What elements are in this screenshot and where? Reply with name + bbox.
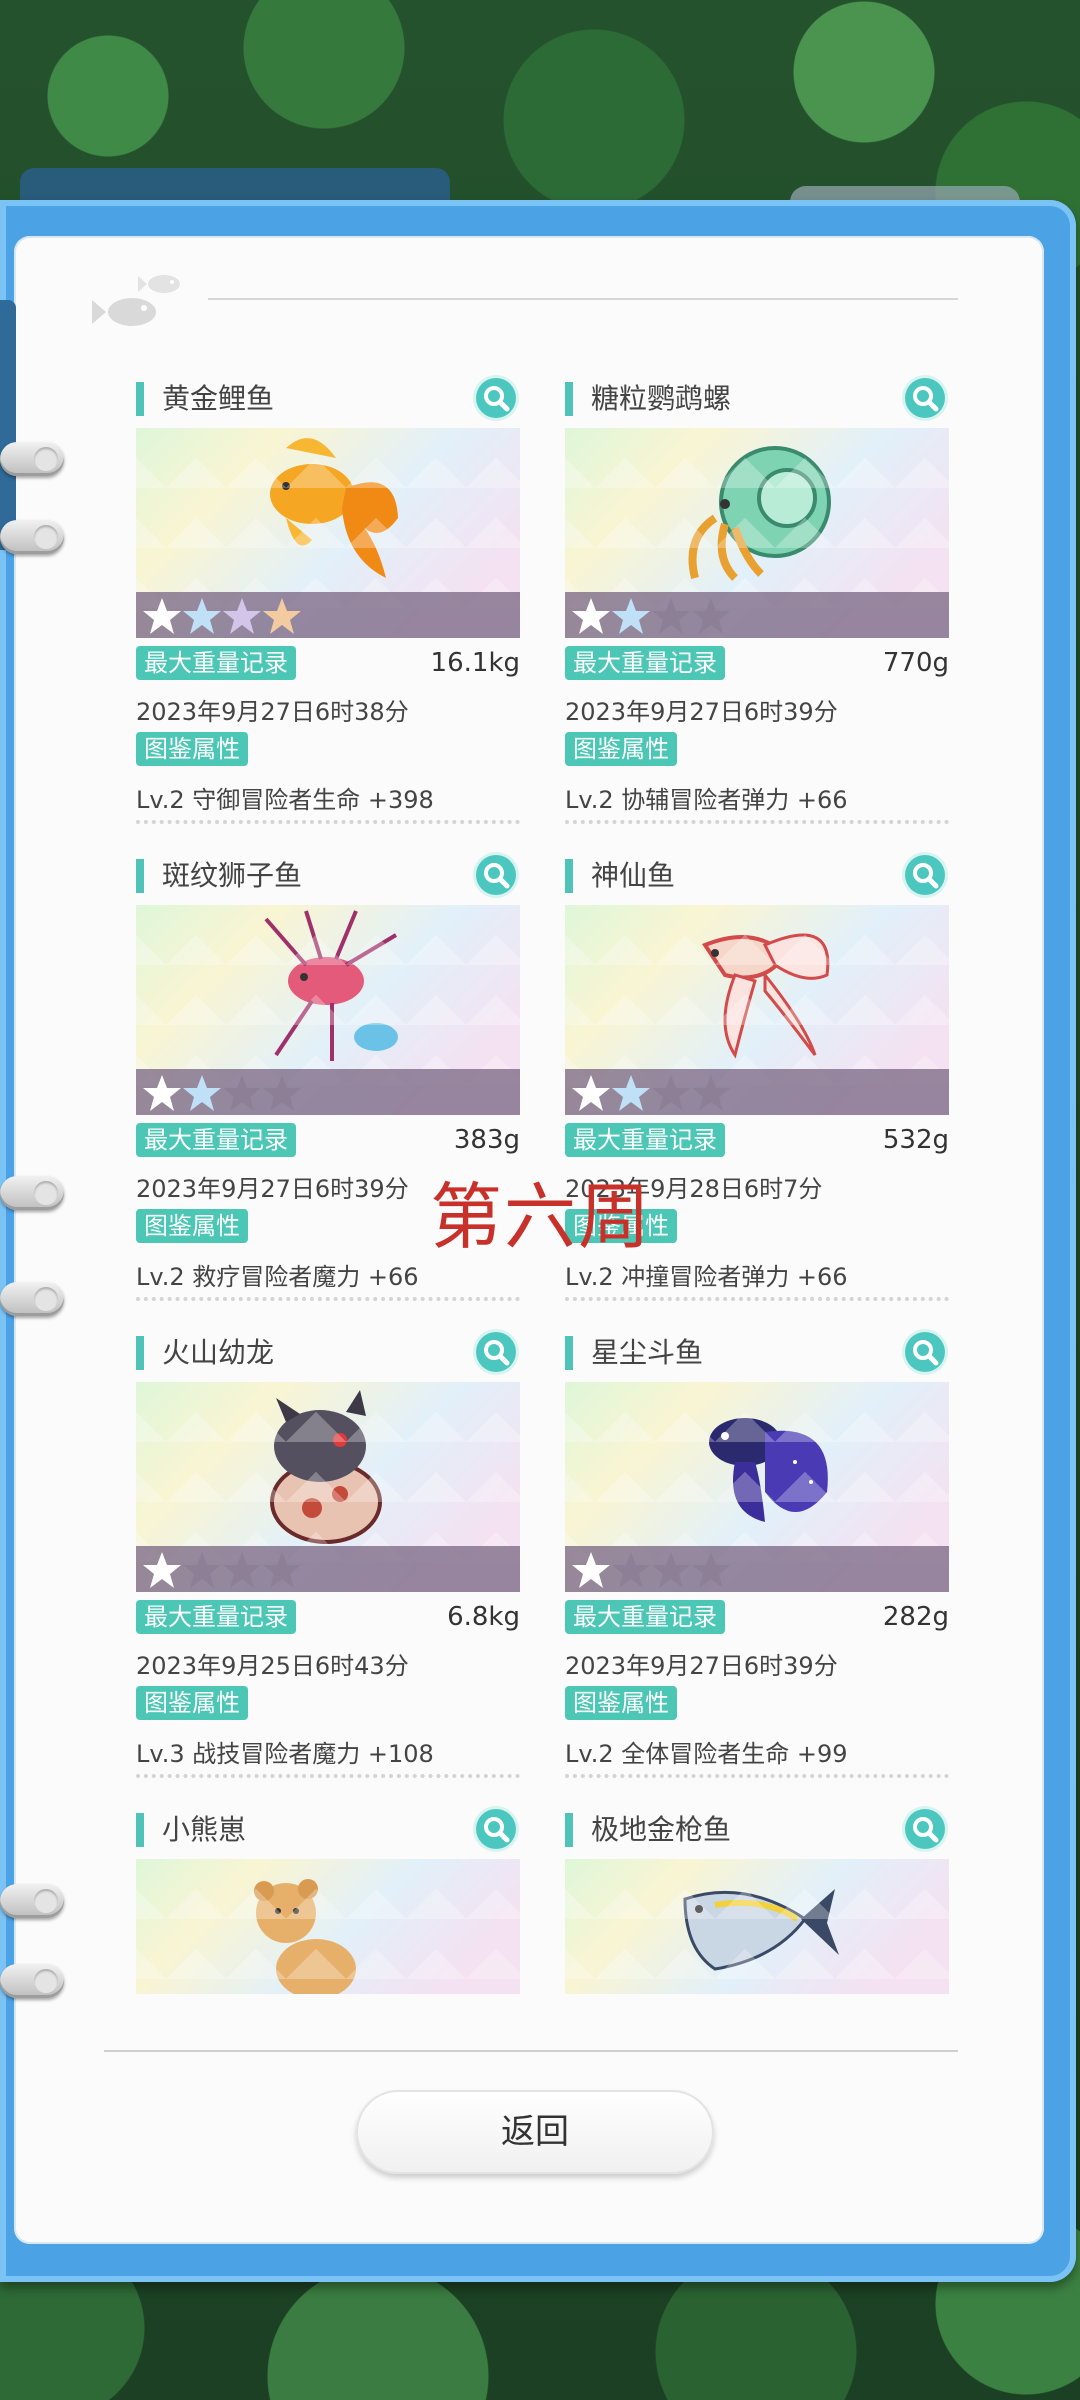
binder-ring (0, 520, 64, 554)
attr-effect: Lv.2 全体冒险者生命 +99 (565, 1740, 848, 1768)
fish-image (565, 905, 949, 1115)
fish-image (565, 1859, 949, 1994)
magnify-icon[interactable] (905, 855, 945, 895)
magnify-icon[interactable] (905, 378, 945, 418)
fish-name: 极地金枪鱼 (591, 1813, 732, 1846)
attr-badge: 图鉴属性 (565, 732, 677, 766)
accent-bar (565, 859, 573, 893)
accent-bar (136, 382, 144, 416)
card-title-bar: 火山幼龙 (136, 1332, 520, 1374)
accent-bar (565, 1336, 573, 1370)
fish-image (136, 1859, 520, 1994)
card-title-bar: 黄金鲤鱼 (136, 378, 520, 420)
fish-name: 黄金鲤鱼 (162, 382, 275, 415)
accent-bar (565, 1813, 573, 1847)
fish-name: 神仙鱼 (591, 859, 676, 892)
attr-effect: Lv.2 守御冒险者生命 +398 (136, 786, 434, 814)
star-rating (565, 1069, 949, 1115)
magnify-icon[interactable] (905, 1332, 945, 1372)
fish-name: 小熊崽 (162, 1813, 247, 1846)
max-weight-badge: 最大重量记录 (565, 646, 725, 680)
max-weight-badge: 最大重量记录 (136, 646, 296, 680)
magnify-icon[interactable] (476, 855, 516, 895)
card-divider (565, 1774, 949, 1778)
attr-badge: 图鉴属性 (136, 1209, 248, 1243)
card-divider (136, 1774, 520, 1778)
fish-image (136, 428, 520, 638)
fish-name: 糖粒鹦鹉螺 (591, 382, 732, 415)
bottom-divider (104, 2050, 958, 2052)
attr-effect: Lv.3 战技冒险者魔力 +108 (136, 1740, 434, 1768)
binder-ring (0, 442, 64, 476)
binder-ring (0, 1884, 64, 1918)
fish-name: 星尘斗鱼 (591, 1336, 704, 1369)
card-title-bar: 斑纹狮子鱼 (136, 855, 520, 897)
max-weight-value: 16.1kg (430, 648, 520, 678)
max-weight-badge: 最大重量记录 (565, 1600, 725, 1634)
attr-effect: Lv.2 救疗冒险者魔力 +66 (136, 1263, 419, 1291)
card-divider (136, 820, 520, 824)
max-weight-badge: 最大重量记录 (136, 1600, 296, 1634)
max-weight-value: 770g (882, 648, 949, 678)
card-title-bar: 星尘斗鱼 (565, 1332, 949, 1374)
card-title-bar: 极地金枪鱼 (565, 1809, 949, 1851)
card-divider (136, 1297, 520, 1301)
back-button[interactable]: 返回 (356, 2090, 714, 2174)
fish-image (565, 428, 949, 638)
star-rating (136, 1069, 520, 1115)
card-divider (565, 820, 949, 824)
attr-effect: Lv.2 协辅冒险者弹力 +66 (565, 786, 848, 814)
attr-badge: 图鉴属性 (136, 1686, 248, 1720)
fish-image (136, 905, 520, 1115)
fish-image (136, 1382, 520, 1592)
star-rating (136, 592, 520, 638)
record-date: 2023年9月27日6时39分 (136, 1175, 409, 1203)
magnify-icon[interactable] (476, 1332, 516, 1372)
record-date: 2023年9月27日6时39分 (565, 698, 838, 726)
max-weight-badge: 最大重量记录 (565, 1123, 725, 1157)
star-rating (136, 1546, 520, 1592)
accent-bar (565, 382, 573, 416)
record-date: 2023年9月27日6时38分 (136, 698, 409, 726)
record-date: 2023年9月25日6时43分 (136, 1652, 409, 1680)
magnify-icon[interactable] (476, 378, 516, 418)
accent-bar (136, 1813, 144, 1847)
watermark-text: 第六周 (430, 1175, 653, 1259)
accent-bar (136, 859, 144, 893)
left-strip (0, 300, 16, 550)
fish-name: 火山幼龙 (162, 1336, 275, 1369)
star-rating (565, 592, 949, 638)
max-weight-value: 383g (453, 1125, 520, 1155)
binder-ring (0, 1964, 64, 1998)
fish-image (565, 1382, 949, 1592)
record-date: 2023年9月27日6时39分 (565, 1652, 838, 1680)
max-weight-value: 532g (882, 1125, 949, 1155)
fish-name: 斑纹狮子鱼 (162, 859, 303, 892)
max-weight-value: 6.8kg (447, 1602, 520, 1632)
binder-ring (0, 1282, 64, 1316)
attr-badge: 图鉴属性 (136, 732, 248, 766)
card-title-bar: 小熊崽 (136, 1809, 520, 1851)
max-weight-badge: 最大重量记录 (136, 1123, 296, 1157)
card-divider (565, 1297, 949, 1301)
header-divider (208, 298, 958, 300)
card-title-bar: 糖粒鹦鹉螺 (565, 378, 949, 420)
attr-badge: 图鉴属性 (565, 1686, 677, 1720)
star-rating (565, 1546, 949, 1592)
accent-bar (136, 1336, 144, 1370)
fish-header-icon (92, 275, 180, 326)
card-title-bar: 神仙鱼 (565, 855, 949, 897)
magnify-icon[interactable] (905, 1809, 945, 1849)
binder-ring (0, 1176, 64, 1210)
max-weight-value: 282g (882, 1602, 949, 1632)
magnify-icon[interactable] (476, 1809, 516, 1849)
